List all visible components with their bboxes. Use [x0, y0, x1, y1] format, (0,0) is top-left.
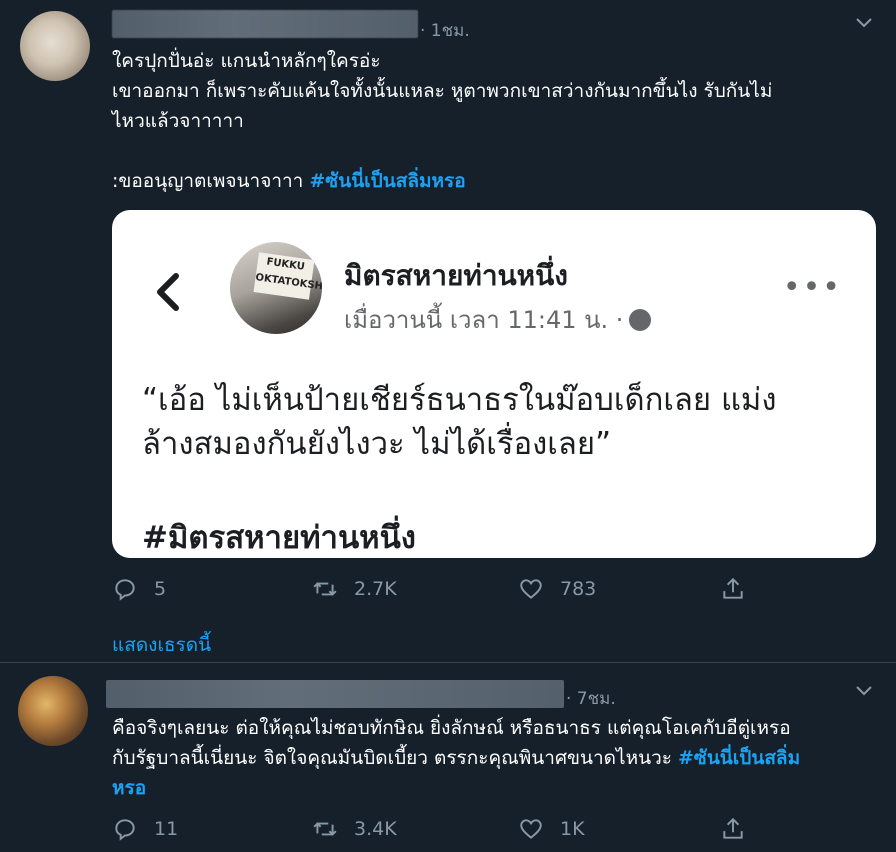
tweet-actions: 5 2.7K 783: [112, 576, 792, 606]
reply-icon: [115, 819, 135, 841]
tweet-text: คือจริงๆเลยนะ ต่อให้คุณไม่ชอบทักษิณ ยิ่ง…: [112, 717, 801, 799]
retweet-icon: [313, 582, 337, 596]
post-timestamp: เมื่อวานนี้ เวลา 11:41 น. ·: [344, 300, 652, 339]
tweet-text: ใครปุกปั่นอ่ะ แกนนำหลักๆใครอ่ะ เขาออกมา …: [112, 50, 773, 192]
tweet-time[interactable]: · 7ชม.: [566, 685, 616, 712]
tweet-actions: 11 3.4K 1K: [112, 816, 792, 846]
retweet-button[interactable]: 2.7K: [312, 576, 397, 602]
post-quote: “เอ้อ ไม่เห็นป้ายเชียร์ธนาธรในม๊อบเด็กเล…: [142, 382, 777, 462]
retweet-count: 3.4K: [354, 818, 397, 840]
reply-button[interactable]: 11: [112, 816, 178, 842]
retweet-icon: [313, 822, 337, 836]
protest-sign: FUKKU OKTATOKSHIP: [253, 252, 322, 300]
share-button[interactable]: [720, 816, 746, 842]
back-arrow-icon: [152, 270, 182, 322]
show-thread-link[interactable]: แสดงเธรดนี้: [112, 630, 211, 660]
reply-button[interactable]: 5: [112, 576, 166, 602]
avatar[interactable]: [18, 676, 88, 746]
like-button[interactable]: 783: [518, 576, 596, 602]
tweet-1[interactable]: · 1ชม. ใครปุกปั่นอ่ะ แกนนำหลักๆใครอ่ะ เข…: [0, 0, 896, 662]
hashtag-link[interactable]: #ซันนี่เป็นสลิ่ม: [678, 747, 800, 769]
retweet-button[interactable]: 3.4K: [312, 816, 397, 842]
tweet-time[interactable]: · 1ชม.: [420, 17, 470, 44]
like-icon: [520, 579, 542, 599]
globe-icon: [629, 309, 652, 331]
blurred-username[interactable]: [112, 10, 418, 38]
share-icon: [723, 577, 743, 599]
like-count: 1K: [560, 818, 585, 840]
like-count: 783: [560, 578, 597, 600]
facebook-screenshot-card[interactable]: FUKKU OKTATOKSHIP มิตรสหายท่านหนึ่ง เมื่…: [112, 210, 876, 558]
reply-count: 5: [154, 578, 167, 600]
like-button[interactable]: 1K: [518, 816, 585, 842]
like-icon: [520, 819, 542, 839]
reply-icon: [115, 579, 135, 601]
share-button[interactable]: [720, 576, 746, 602]
reply-count: 11: [154, 818, 179, 840]
post-hashtag: #มิตรสหายท่านหนึ่ง: [142, 520, 416, 556]
avatar[interactable]: [20, 11, 90, 81]
chevron-down-icon[interactable]: [854, 683, 874, 702]
retweet-count: 2.7K: [354, 578, 397, 600]
page-avatar: FUKKU OKTATOKSHIP: [230, 242, 322, 334]
hashtag-link-continued[interactable]: หรอ: [112, 777, 146, 799]
blurred-username[interactable]: [106, 680, 564, 708]
more-icon: •••: [782, 270, 842, 305]
share-icon: [723, 817, 743, 839]
chevron-down-icon[interactable]: [854, 14, 874, 35]
tweet-2[interactable]: · 7ชม. คือจริงๆเลยนะ ต่อให้คุณไม่ชอบทักษ…: [0, 663, 896, 852]
hashtag-link[interactable]: #ซันนี่เป็นสลิ่มหรอ: [309, 170, 465, 192]
page-name: มิตรสหายท่านหนึ่ง: [344, 259, 568, 292]
